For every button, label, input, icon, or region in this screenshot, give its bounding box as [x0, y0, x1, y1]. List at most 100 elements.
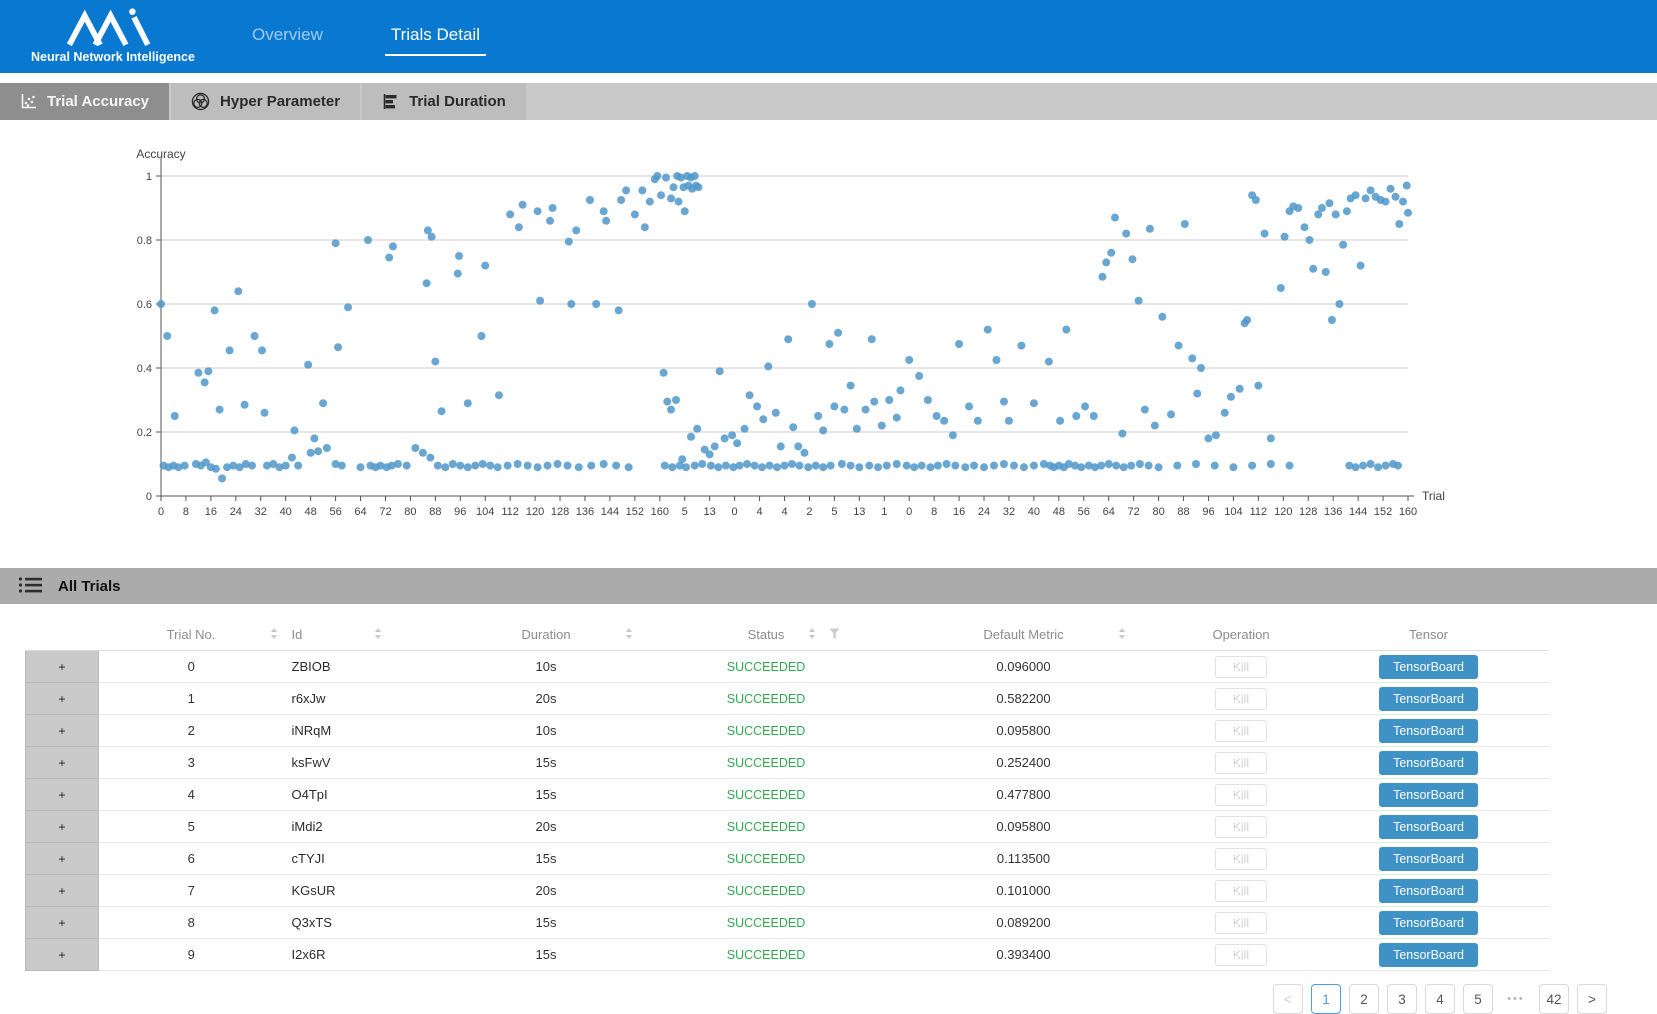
sort-icon[interactable]	[270, 627, 278, 640]
kill-button[interactable]: Kill	[1215, 848, 1267, 870]
trials-table: Trial No. Id Duration Status Default Met…	[25, 618, 1549, 971]
column-header-default-metric[interactable]: Default Metric	[874, 618, 1174, 651]
tensorboard-button[interactable]: TensorBoard	[1379, 815, 1478, 839]
expand-button[interactable]: +	[26, 875, 99, 907]
kill-button[interactable]: Kill	[1215, 912, 1267, 934]
table-row: + 1 r6xJw 20s SUCCEEDED 0.582200 Kill Te…	[26, 683, 1549, 715]
expand-button[interactable]: +	[26, 939, 99, 971]
svg-text:144: 144	[601, 506, 619, 518]
svg-text:Accuracy: Accuracy	[136, 147, 185, 161]
tab-trial-accuracy[interactable]: Trial Accuracy	[0, 83, 169, 120]
svg-text:0.8: 0.8	[137, 235, 152, 247]
expand-button[interactable]: +	[26, 843, 99, 875]
status-badge: SUCCEEDED	[727, 884, 806, 898]
svg-text:32: 32	[1003, 506, 1015, 518]
nav-tab-overview[interactable]: Overview	[246, 0, 329, 56]
tensorboard-button[interactable]: TensorBoard	[1379, 783, 1478, 807]
svg-text:56: 56	[329, 506, 341, 518]
svg-text:104: 104	[1224, 506, 1242, 518]
page-button-5[interactable]: 5	[1463, 984, 1493, 1014]
svg-text:64: 64	[1103, 506, 1115, 518]
top-navbar: Neural Network Intelligence Overview Tri…	[0, 0, 1657, 73]
filter-icon[interactable]	[829, 628, 840, 640]
tensorboard-button[interactable]: TensorBoard	[1379, 847, 1478, 871]
status-badge: SUCCEEDED	[727, 724, 806, 738]
expand-button[interactable]: +	[26, 715, 99, 747]
svg-text:104: 104	[476, 506, 494, 518]
kill-button[interactable]: Kill	[1215, 816, 1267, 838]
tensorboard-button[interactable]: TensorBoard	[1379, 943, 1478, 967]
sort-icon[interactable]	[1118, 627, 1126, 640]
prev-page-button[interactable]: <	[1273, 984, 1303, 1014]
tensorboard-button[interactable]: TensorBoard	[1379, 719, 1478, 743]
tensorboard-button[interactable]: TensorBoard	[1379, 655, 1478, 679]
column-header-duration[interactable]: Duration	[434, 618, 659, 651]
svg-text:40: 40	[280, 506, 292, 518]
svg-text:128: 128	[551, 506, 569, 518]
kill-button[interactable]: Kill	[1215, 944, 1267, 966]
page-button-4[interactable]: 4	[1425, 984, 1455, 1014]
tensorboard-button[interactable]: TensorBoard	[1379, 879, 1478, 903]
table-row: + 7 KGsUR 20s SUCCEEDED 0.101000 Kill Te…	[26, 875, 1549, 907]
column-header-trial-no[interactable]: Trial No.	[99, 618, 284, 651]
trial-id-cell: r6xJw	[284, 683, 434, 715]
nav-tab-trials-detail[interactable]: Trials Detail	[385, 0, 486, 56]
duration-cell: 10s	[434, 651, 659, 683]
sort-icon[interactable]	[625, 627, 633, 640]
tensorboard-button[interactable]: TensorBoard	[1379, 687, 1478, 711]
duration-cell: 20s	[434, 875, 659, 907]
table-row: + 2 iNRqM 10s SUCCEEDED 0.095800 Kill Te…	[26, 715, 1549, 747]
table-row: + 0 ZBIOB 10s SUCCEEDED 0.096000 Kill Te…	[26, 651, 1549, 683]
tab-label: Trial Accuracy	[47, 93, 149, 110]
column-header-id[interactable]: Id	[284, 618, 434, 651]
svg-text:120: 120	[1274, 506, 1292, 518]
tensorboard-button[interactable]: TensorBoard	[1379, 751, 1478, 775]
accuracy-chart-section: 00.20.40.60.8108162432404856647280889610…	[0, 120, 1657, 552]
svg-text:0.2: 0.2	[137, 427, 152, 439]
expand-column-header	[26, 618, 99, 651]
sort-icon[interactable]	[808, 627, 816, 640]
default-metric-cell: 0.393400	[874, 939, 1174, 971]
kill-button[interactable]: Kill	[1215, 656, 1267, 678]
view-tabbar: Trial Accuracy Hyper Parameter Trial Dur…	[0, 83, 1657, 120]
svg-text:40: 40	[1028, 506, 1040, 518]
sort-icon[interactable]	[374, 627, 382, 640]
expand-button[interactable]: +	[26, 747, 99, 779]
trial-no-cell: 6	[99, 843, 284, 875]
kill-button[interactable]: Kill	[1215, 784, 1267, 806]
tensorboard-button[interactable]: TensorBoard	[1379, 911, 1478, 935]
page-button-3[interactable]: 3	[1387, 984, 1417, 1014]
status-badge: SUCCEEDED	[727, 660, 806, 674]
tab-hyper-parameter[interactable]: Hyper Parameter	[171, 83, 360, 120]
tab-trial-duration[interactable]: Trial Duration	[362, 83, 526, 120]
svg-text:80: 80	[404, 506, 416, 518]
svg-text:24: 24	[230, 506, 242, 518]
column-header-operation: Operation	[1174, 618, 1309, 651]
expand-button[interactable]: +	[26, 907, 99, 939]
expand-button[interactable]: +	[26, 779, 99, 811]
svg-text:24: 24	[978, 506, 990, 518]
kill-button[interactable]: Kill	[1215, 752, 1267, 774]
next-page-button[interactable]: >	[1577, 984, 1607, 1014]
default-metric-cell: 0.101000	[874, 875, 1174, 907]
expand-button[interactable]: +	[26, 683, 99, 715]
svg-text:88: 88	[1177, 506, 1189, 518]
page-button-1[interactable]: 1	[1311, 984, 1341, 1014]
kill-button[interactable]: Kill	[1215, 880, 1267, 902]
expand-button[interactable]: +	[26, 651, 99, 683]
table-row: + 8 Q3xTS 15s SUCCEEDED 0.089200 Kill Te…	[26, 907, 1549, 939]
venn-icon	[191, 92, 210, 111]
kill-button[interactable]: Kill	[1215, 688, 1267, 710]
expand-button[interactable]: +	[26, 811, 99, 843]
table-header-row: Trial No. Id Duration Status Default Met…	[26, 618, 1549, 651]
svg-text:0: 0	[146, 491, 152, 503]
page-ellipsis: •••	[1501, 993, 1531, 1005]
duration-cell: 15s	[434, 747, 659, 779]
kill-button[interactable]: Kill	[1215, 720, 1267, 742]
page-button-42[interactable]: 42	[1539, 984, 1569, 1014]
svg-text:136: 136	[576, 506, 594, 518]
page-button-2[interactable]: 2	[1349, 984, 1379, 1014]
default-metric-cell: 0.089200	[874, 907, 1174, 939]
status-badge: SUCCEEDED	[727, 852, 806, 866]
column-header-status[interactable]: Status	[659, 618, 874, 651]
